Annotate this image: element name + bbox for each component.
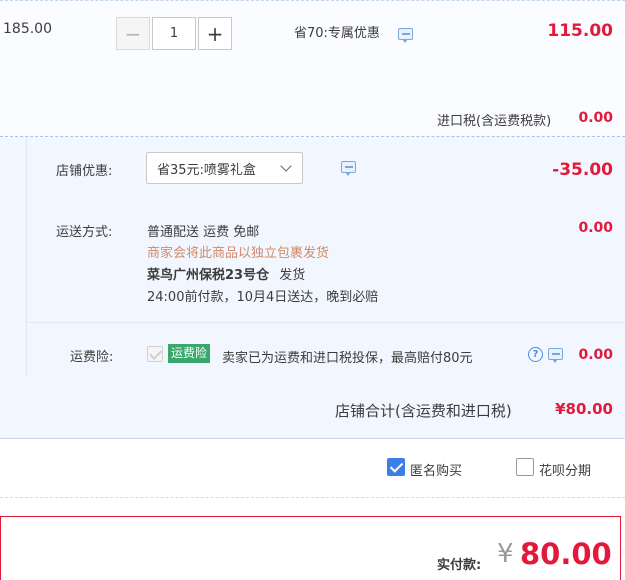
increment-button[interactable]: + — [198, 17, 232, 50]
payment-currency: ¥ — [497, 539, 514, 569]
shipping-value: 0.00 — [578, 220, 613, 236]
shop-discount-label: 店铺优惠: — [56, 164, 113, 179]
huabei-checkbox[interactable] — [516, 458, 534, 476]
shop-discount-selected: 省35元:喷雾礼盒 — [157, 162, 256, 178]
shop-discount-select[interactable]: 省35元:喷雾礼盒 — [146, 152, 303, 184]
item-promo: 省70:专属优惠 — [294, 22, 380, 41]
options-divider — [0, 497, 625, 498]
insurance-badge: 运费险 — [168, 344, 211, 363]
warehouse-name: 菜鸟广州保税23号仓 — [147, 268, 270, 283]
insurance-checkbox — [147, 346, 163, 362]
unit-price: 185.00 — [3, 21, 52, 37]
row-divider — [0, 0, 625, 1]
item-total: 115.00 — [547, 21, 613, 41]
payment-amount: 80.00 — [520, 537, 612, 571]
quantity-stepper: − 1 + — [116, 17, 232, 50]
import-tax-label: 进口税(含运费税款) — [437, 114, 552, 129]
chat-icon[interactable] — [548, 348, 564, 363]
anonymous-checkbox[interactable] — [387, 458, 405, 476]
shipping-note: 商家会将此商品以独立包裹发货 — [147, 246, 330, 261]
help-icon[interactable]: ? — [528, 347, 543, 362]
chevron-down-icon — [280, 160, 292, 172]
insurance-label: 运费险: — [70, 350, 114, 365]
shop-total-label: 店铺合计(含运费和进口税) — [335, 402, 512, 420]
warehouse-suffix: 发货 — [279, 268, 306, 283]
item-promo-text: 省70:专属优惠 — [294, 26, 380, 41]
quantity-input[interactable]: 1 — [152, 17, 196, 50]
anonymous-label[interactable]: 匿名购买 — [410, 460, 462, 479]
shop-total-value: ¥80.00 — [555, 400, 613, 418]
insurance-description: 卖家已为运费和进口税投保，最高赔付80元 — [222, 351, 473, 366]
decrement-button[interactable]: − — [116, 17, 150, 50]
chat-icon[interactable] — [341, 161, 357, 176]
insurance-value: 0.00 — [578, 347, 613, 363]
huabei-label[interactable]: 花呗分期 — [539, 460, 591, 479]
import-tax-value: 0.00 — [578, 110, 613, 126]
section-divider — [26, 322, 625, 323]
payment-label: 实付款: — [437, 558, 482, 573]
shop-discount-value: -35.00 — [552, 160, 613, 180]
warehouse-line: 菜鸟广州保税23号仓 发货 — [147, 264, 305, 283]
shipping-method: 普通配送 运费 免邮 — [147, 225, 260, 240]
shipping-label: 运送方式: — [56, 225, 113, 240]
chat-icon[interactable] — [398, 28, 413, 43]
delivery-promise: 24:00前付款，10月4日送达，晚到必赔 — [147, 290, 379, 305]
